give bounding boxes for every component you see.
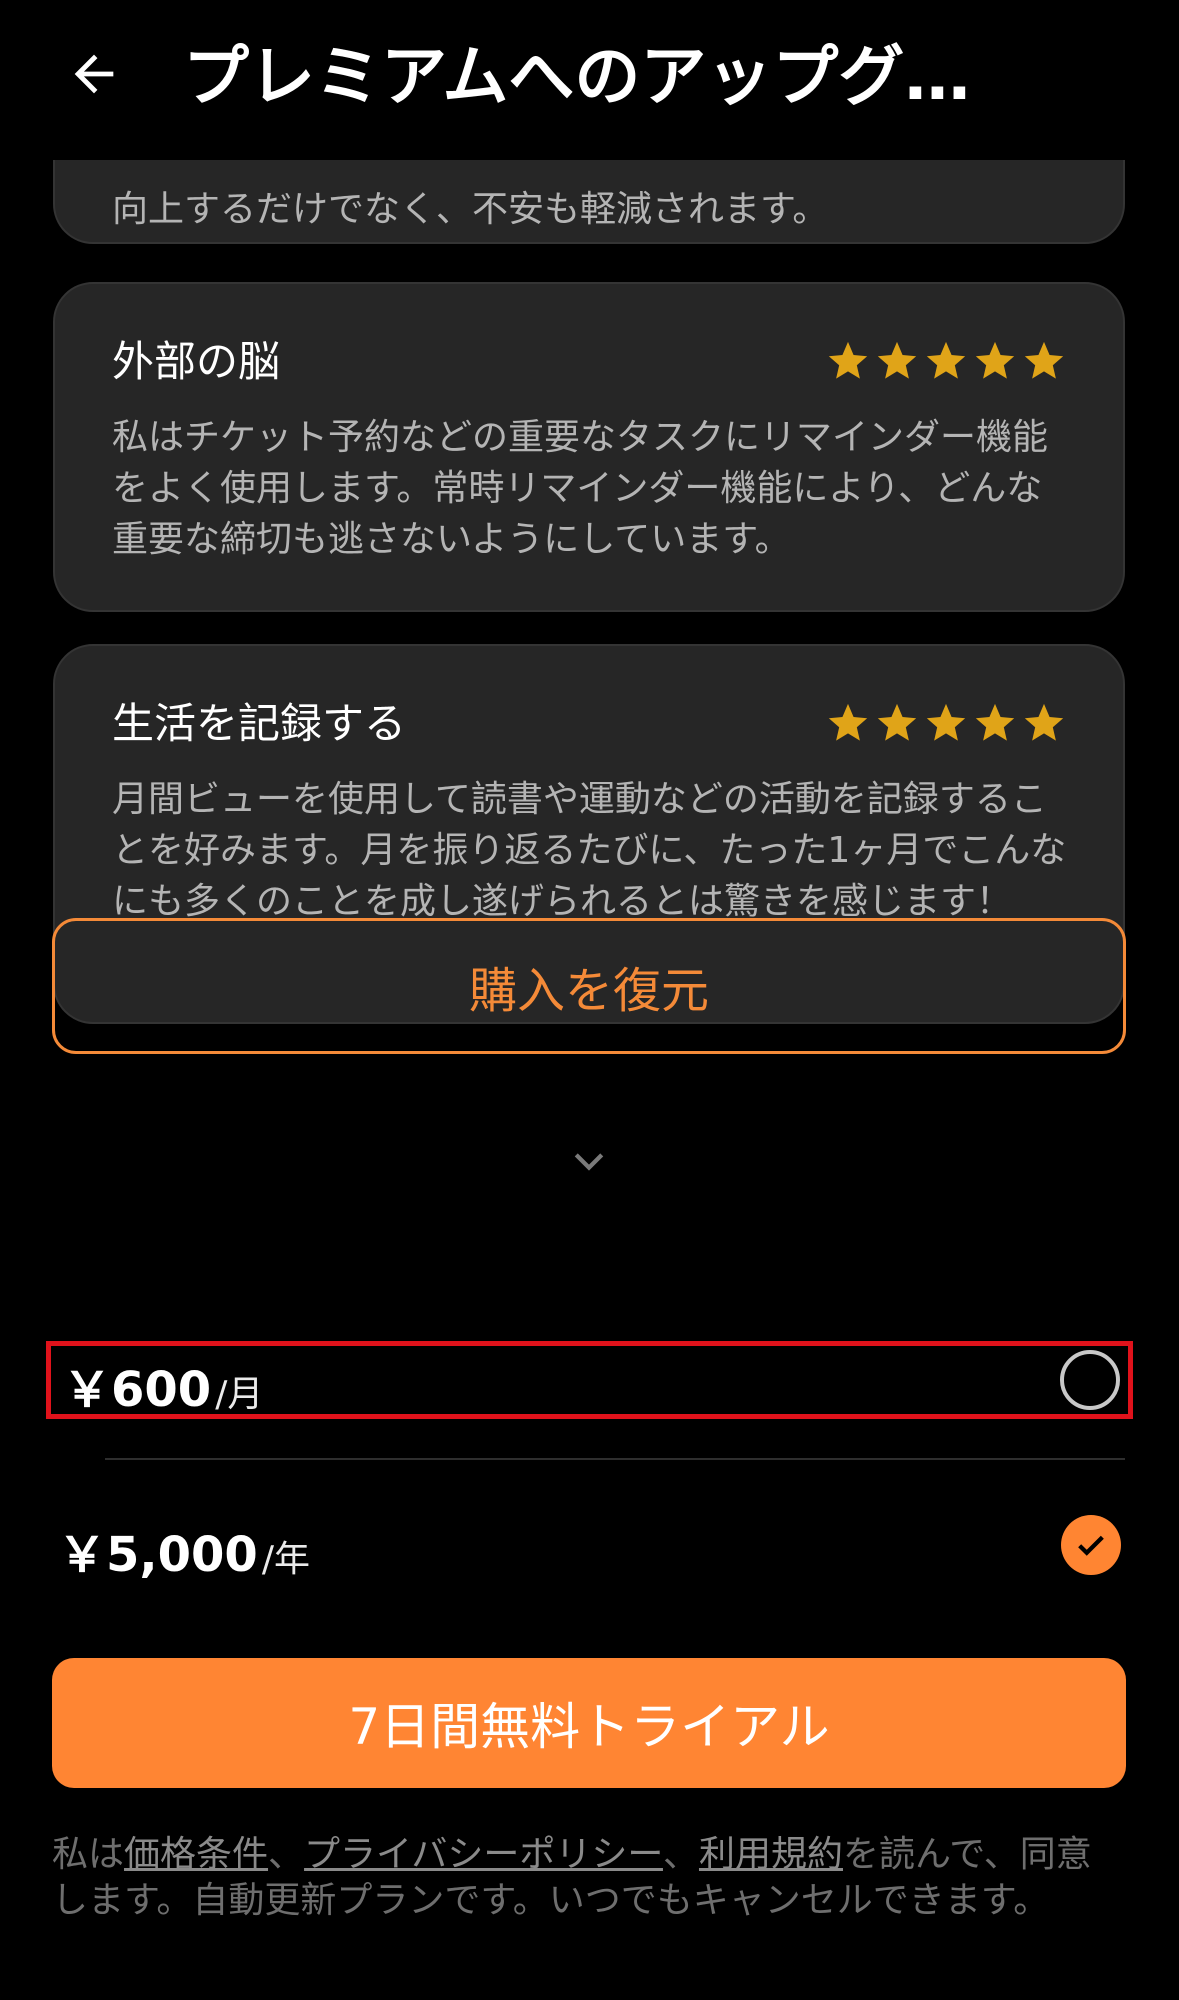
arrow-left-icon [74, 54, 114, 94]
plan-price: ￥5,000/年 [58, 1515, 310, 1585]
star-icon [1024, 341, 1064, 379]
review-body: 私はチケット予約などの重要なタスクにリマインダー機能をよく使用します。常時リマイ… [112, 417, 1049, 560]
plan-price-amount: ￥600 [63, 1362, 212, 1418]
star-icon [926, 341, 966, 379]
legal-text: 私は価格条件、プライバシーポリシー、利用規約を読んで、同意します。自動更新プラン… [52, 1832, 1127, 1924]
star-icon [877, 341, 917, 379]
legal-prefix: 私は [52, 1834, 125, 1875]
review-body: 月間ビューを使用して読書や運動などの活動を記録することを好みます。月を振り返るた… [112, 779, 1067, 922]
chevron-down-icon[interactable] [572, 1150, 606, 1174]
terms-of-use-link[interactable]: 利用規約 [699, 1834, 843, 1875]
review-card: 向上するだけでなく、不安も軽減されます。 [53, 160, 1125, 244]
review-title: 生活を記録する [112, 699, 407, 748]
star-icon [1024, 703, 1064, 741]
free-trial-button[interactable]: 7日間無料トライアル [52, 1658, 1126, 1788]
plan-period: /年 [261, 1539, 310, 1580]
page-title: プレミアムへのアップグレ... [183, 38, 1013, 115]
privacy-policy-link[interactable]: プライバシーポリシー [304, 1834, 663, 1875]
check-icon [1078, 1535, 1104, 1556]
back-button[interactable] [56, 36, 132, 112]
free-trial-label: 7日間無料トライアル [348, 1698, 830, 1756]
divider [105, 1458, 1125, 1460]
plan-price-amount: ￥5,000 [58, 1527, 258, 1583]
restore-purchase-label: 購入を復元 [468, 963, 709, 1019]
star-icon [975, 703, 1015, 741]
restore-purchase-button[interactable]: 購入を復元 [52, 918, 1126, 1054]
review-title: 外部の脳 [112, 337, 281, 386]
legal-separator: 、 [268, 1834, 305, 1875]
star-icon [877, 703, 917, 741]
legal-separator: 、 [662, 1834, 699, 1875]
pricing-terms-link[interactable]: 価格条件 [124, 1834, 268, 1875]
star-icon [828, 341, 868, 379]
plan-monthly-option[interactable]: ￥600/月 [46, 1341, 1133, 1419]
review-card: 外部の脳 私はチケット予約などの重要なタスクにリマインダー機能をよく使用します。… [53, 282, 1125, 612]
star-icon [828, 703, 868, 741]
radio-checked[interactable] [1061, 1515, 1121, 1575]
star-rating [825, 700, 1067, 746]
plan-yearly-option[interactable]: ￥5,000/年 [46, 1511, 1133, 1589]
star-icon [926, 703, 966, 741]
app-header: プレミアムへのアップグレ... [0, 0, 1179, 160]
star-rating [825, 338, 1067, 384]
plan-period: /月 [215, 1374, 264, 1415]
radio-unchecked-icon[interactable] [1060, 1350, 1120, 1410]
review-body: 向上するだけでなく、不安も軽減されます。 [112, 189, 829, 230]
plan-price: ￥600/月 [63, 1350, 263, 1420]
star-icon [975, 341, 1015, 379]
